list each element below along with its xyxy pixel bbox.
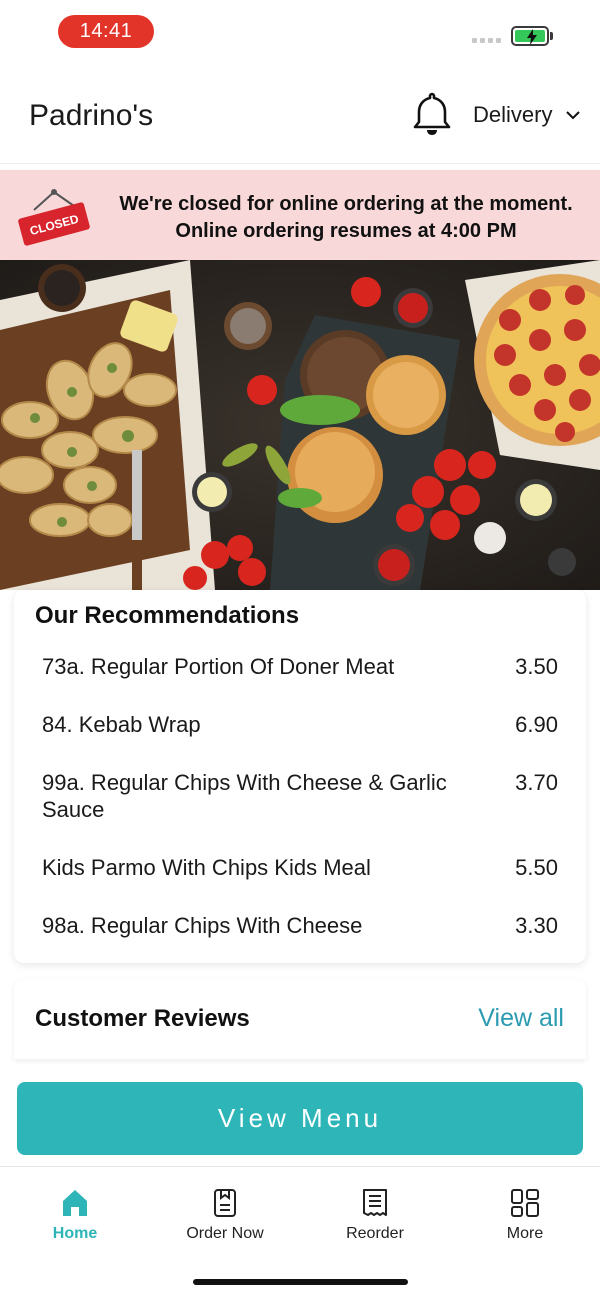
nav-item-order-now[interactable]: Order Now bbox=[165, 1187, 285, 1243]
grid-icon bbox=[511, 1189, 539, 1217]
closed-sign-icon: CLOSED bbox=[18, 189, 90, 246]
recommendation-name: Kids Parmo With Chips Kids Meal bbox=[42, 855, 371, 880]
recommendation-price: 3.50 bbox=[515, 654, 558, 679]
battery-tip bbox=[550, 32, 553, 40]
closed-message-line1: We're closed for online ordering at the … bbox=[119, 193, 573, 215]
signal-icon bbox=[472, 38, 501, 43]
nav-item-more[interactable]: More bbox=[465, 1187, 585, 1243]
delivery-mode-select[interactable]: Delivery bbox=[473, 102, 581, 128]
status-bar: 14:41 bbox=[0, 0, 600, 64]
nav-label-order-now: Order Now bbox=[186, 1225, 264, 1242]
closed-message-line2: Online ordering resumes at 4:00 PM bbox=[175, 220, 517, 242]
customer-reviews-card: Customer Reviews View all bbox=[14, 979, 586, 1059]
recommendation-price: 5.50 bbox=[515, 855, 558, 880]
view-all-reviews-link[interactable]: View all bbox=[478, 1004, 564, 1033]
recommendation-item[interactable]: 99a. Regular Chips With Cheese & Garlic … bbox=[42, 769, 558, 825]
nav-label-more: More bbox=[506, 1225, 544, 1242]
recommendation-price: 3.70 bbox=[515, 770, 558, 795]
closed-message: We're closed for online ordering at the … bbox=[110, 191, 582, 245]
recommendations-card: Our Recommendations 73a. Regular Portion… bbox=[14, 590, 586, 963]
delivery-mode-label: Delivery bbox=[473, 102, 553, 127]
bell-icon[interactable] bbox=[410, 90, 454, 138]
recommendation-item[interactable]: Kids Parmo With Chips Kids Meal 5.50 bbox=[42, 854, 558, 884]
view-menu-button[interactable]: View Menu bbox=[17, 1082, 583, 1155]
recommendation-item[interactable]: 84. Kebab Wrap 6.90 bbox=[42, 711, 558, 741]
nav-label-reorder: Reorder bbox=[346, 1225, 404, 1242]
battery-icon bbox=[511, 26, 549, 46]
recommendation-item[interactable]: 73a. Regular Portion Of Doner Meat 3.50 bbox=[42, 653, 558, 683]
order-icon bbox=[214, 1189, 236, 1217]
home-icon bbox=[63, 1190, 87, 1216]
recommendation-name: 98a. Regular Chips With Cheese bbox=[42, 913, 363, 938]
recommendation-name: 99a. Regular Chips With Cheese & Garlic … bbox=[42, 770, 447, 822]
food-spread-illustration bbox=[0, 260, 600, 590]
chevron-down-icon bbox=[566, 111, 581, 120]
recommendations-title: Our Recommendations bbox=[35, 602, 300, 629]
recommendation-price: 6.90 bbox=[515, 712, 558, 737]
nav-label-home: Home bbox=[52, 1225, 98, 1242]
hero-image bbox=[0, 260, 600, 590]
restaurant-name: Padrino's bbox=[29, 99, 154, 132]
recommendation-item[interactable]: 98a. Regular Chips With Cheese 3.30 bbox=[42, 912, 558, 942]
status-time: 14:41 bbox=[58, 15, 154, 48]
recommendation-price: 3.30 bbox=[515, 913, 558, 938]
receipt-icon bbox=[363, 1189, 387, 1216]
nav-item-reorder[interactable]: Reorder bbox=[315, 1187, 435, 1243]
nav-item-home[interactable]: Home bbox=[15, 1187, 135, 1243]
home-indicator bbox=[193, 1279, 408, 1285]
recommendation-name: 73a. Regular Portion Of Doner Meat bbox=[42, 654, 395, 679]
customer-reviews-title: Customer Reviews bbox=[35, 1005, 250, 1032]
recommendation-name: 84. Kebab Wrap bbox=[42, 712, 201, 737]
app-header: Padrino's Delivery bbox=[0, 64, 600, 164]
